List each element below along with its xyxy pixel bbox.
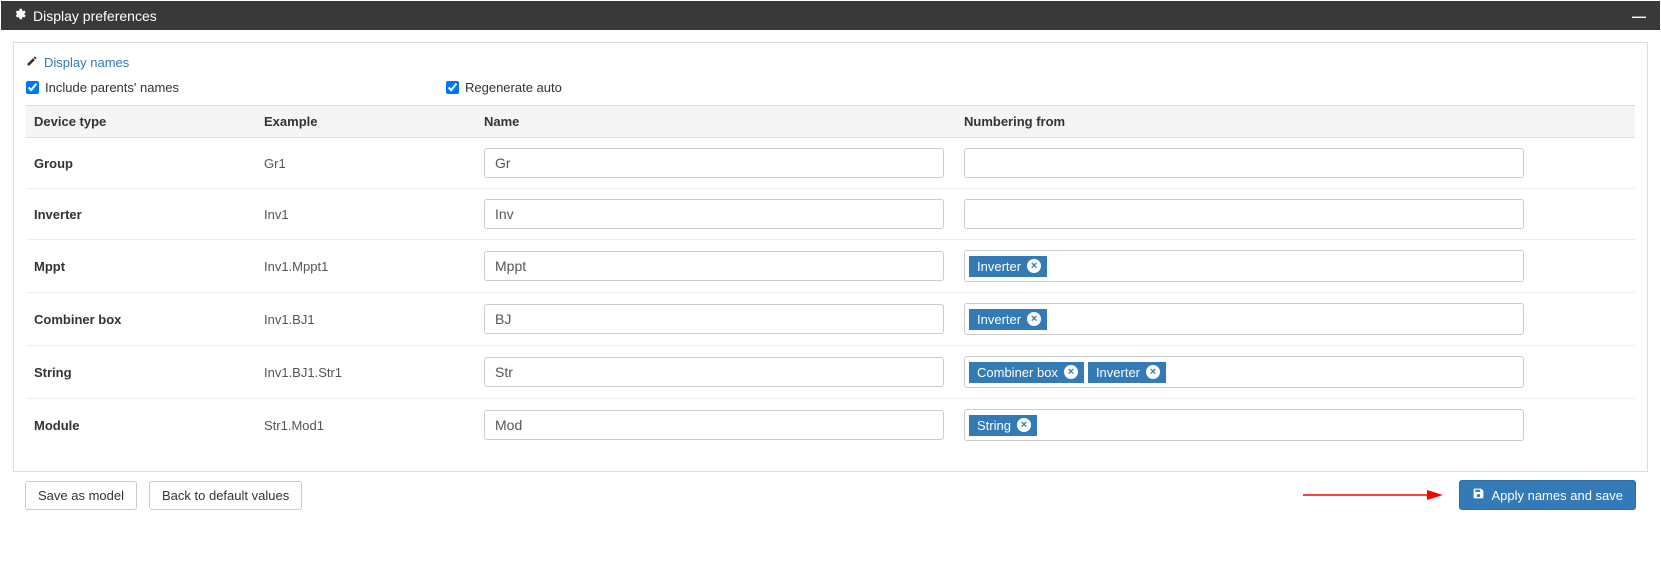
tag-label: String [977, 418, 1011, 433]
col-numbering-from: Numbering from [956, 106, 1635, 138]
col-example: Example [256, 106, 476, 138]
name-input[interactable] [484, 357, 944, 387]
example-cell: Str1.Mod1 [256, 399, 476, 452]
table-header-row: Device type Example Name Numbering from [26, 106, 1635, 138]
apply-names-and-save-button[interactable]: Apply names and save [1459, 480, 1636, 510]
name-input[interactable] [484, 410, 944, 440]
annotation-arrow [1303, 488, 1443, 502]
name-input[interactable] [484, 251, 944, 281]
section-title: Display names [14, 53, 1647, 80]
include-parents-label: Include parents' names [45, 80, 179, 95]
numbering-from-cell: Inverter × [956, 293, 1635, 346]
name-input[interactable] [484, 148, 944, 178]
table-row: ModuleStr1.Mod1 String × [26, 399, 1635, 452]
regenerate-auto-label: Regenerate auto [465, 80, 562, 95]
remove-tag-icon[interactable]: × [1027, 259, 1041, 273]
panel-title: Display preferences [33, 8, 157, 24]
col-name: Name [476, 106, 956, 138]
numbering-tag: String × [969, 415, 1037, 436]
numbering-tag: Inverter × [969, 309, 1047, 330]
example-cell: Inv1.BJ1 [256, 293, 476, 346]
name-input[interactable] [484, 199, 944, 229]
table-row: InverterInv1 [26, 189, 1635, 240]
example-cell: Gr1 [256, 138, 476, 189]
numbering-tag: Inverter × [969, 256, 1047, 277]
table-row: Combiner boxInv1.BJ1 Inverter × [26, 293, 1635, 346]
example-cell: Inv1.Mppt1 [256, 240, 476, 293]
name-cell [476, 138, 956, 189]
numbering-from-input[interactable]: String × [964, 409, 1524, 441]
col-device-type: Device type [26, 106, 256, 138]
save-icon [1472, 487, 1485, 503]
device-type-cell: Module [26, 399, 256, 452]
device-type-cell: String [26, 346, 256, 399]
table-row: StringInv1.BJ1.Str1Combiner box×Inverter… [26, 346, 1635, 399]
numbering-from-input[interactable]: Inverter × [964, 250, 1524, 282]
example-cell: Inv1 [256, 189, 476, 240]
numbering-from-input[interactable]: Combiner box × Inverter × [964, 356, 1524, 388]
remove-tag-icon[interactable]: × [1017, 418, 1031, 432]
section-title-text: Display names [44, 55, 129, 70]
include-parents-input[interactable] [26, 81, 39, 94]
numbering-from-input[interactable]: Inverter × [964, 303, 1524, 335]
apply-button-label: Apply names and save [1491, 488, 1623, 503]
tag-label: Inverter [1096, 365, 1140, 380]
tag-label: Inverter [977, 259, 1021, 274]
regenerate-auto-input[interactable] [446, 81, 459, 94]
numbering-tag: Combiner box × [969, 362, 1084, 383]
table-row: GroupGr1 [26, 138, 1635, 189]
numbering-tag: Inverter × [1088, 362, 1166, 383]
tag-label: Inverter [977, 312, 1021, 327]
minimize-button[interactable]: — [1628, 8, 1650, 24]
numbering-from-cell: String × [956, 399, 1635, 452]
footer: Save as model Back to default values App… [13, 472, 1648, 512]
numbering-from-cell [956, 138, 1635, 189]
tag-label: Combiner box [977, 365, 1058, 380]
options-row: Include parents' names Regenerate auto [14, 80, 1647, 105]
numbering-from-cell: Combiner box × Inverter × [956, 346, 1635, 399]
include-parents-checkbox[interactable]: Include parents' names [26, 80, 406, 95]
numbering-from-cell [956, 189, 1635, 240]
save-as-model-button[interactable]: Save as model [25, 481, 137, 510]
regenerate-auto-checkbox[interactable]: Regenerate auto [446, 80, 562, 95]
panel-body: Display names Include parents' names Reg… [13, 42, 1648, 472]
remove-tag-icon[interactable]: × [1027, 312, 1041, 326]
device-type-cell: Mppt [26, 240, 256, 293]
device-type-cell: Group [26, 138, 256, 189]
remove-tag-icon[interactable]: × [1064, 365, 1078, 379]
name-cell [476, 399, 956, 452]
name-input[interactable] [484, 304, 944, 334]
table-row: MpptInv1.Mppt1 Inverter × [26, 240, 1635, 293]
names-table: Device type Example Name Numbering from … [26, 105, 1635, 451]
name-cell [476, 240, 956, 293]
panel-header: Display preferences — [1, 1, 1660, 30]
device-type-cell: Inverter [26, 189, 256, 240]
name-cell [476, 346, 956, 399]
device-type-cell: Combiner box [26, 293, 256, 346]
pencil-icon [26, 55, 38, 70]
numbering-from-input[interactable] [964, 199, 1524, 229]
name-cell [476, 293, 956, 346]
numbering-from-cell: Inverter × [956, 240, 1635, 293]
numbering-from-input[interactable] [964, 148, 1524, 178]
name-cell [476, 189, 956, 240]
example-cell: Inv1.BJ1.Str1 [256, 346, 476, 399]
cogs-icon [11, 7, 27, 24]
remove-tag-icon[interactable]: × [1146, 365, 1160, 379]
display-preferences-panel: Display preferences — Display names Incl… [0, 0, 1661, 521]
back-to-defaults-button[interactable]: Back to default values [149, 481, 302, 510]
